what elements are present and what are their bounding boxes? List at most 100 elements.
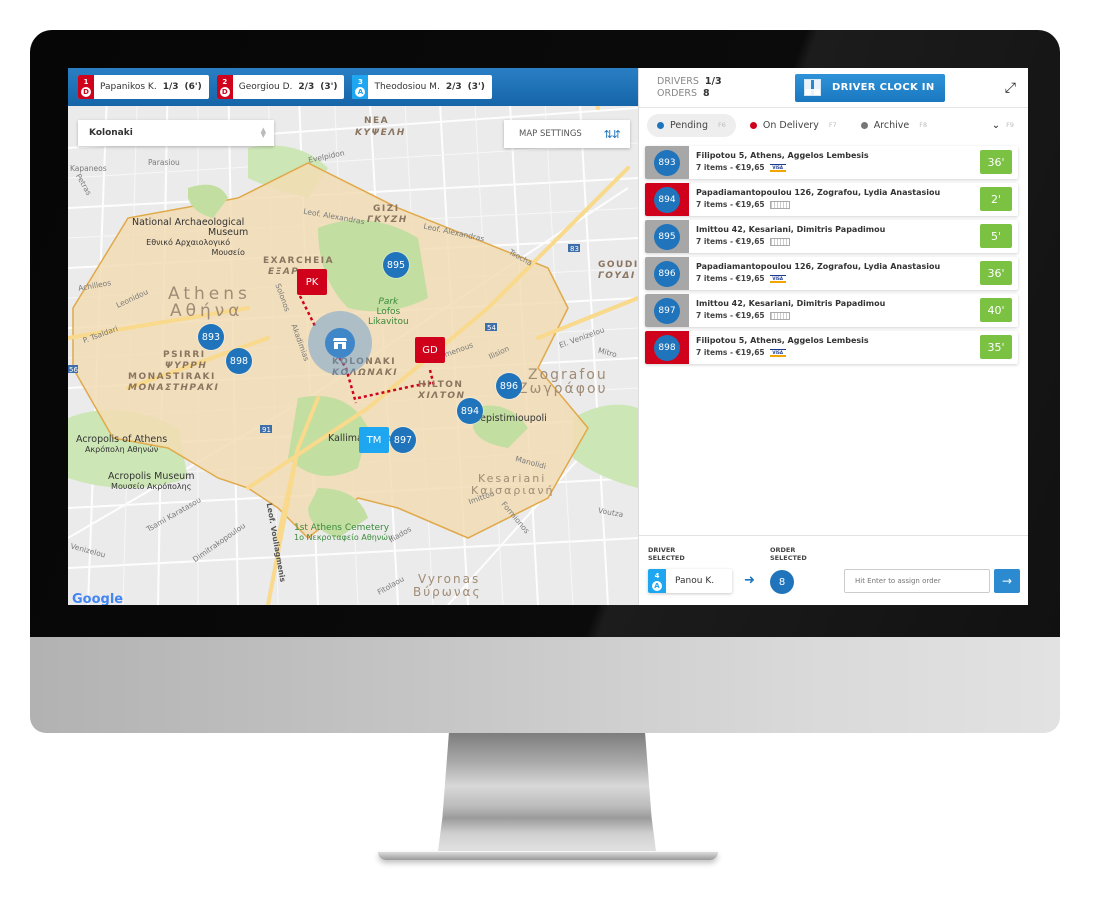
acropolis-line: Acropolis of Athens [76, 434, 168, 445]
order-meta: 7 items - €19,65 [696, 311, 980, 320]
tab-label: Pending [670, 119, 708, 131]
order-row[interactable]: 893 Filipotou 5, Athens, Aggelos Lembesis… [645, 146, 1018, 179]
store-icon[interactable] [325, 328, 355, 358]
active-drivers-bar: 1 D Papanikos K. 1/3 (6') 2 D Georgiou D… [68, 68, 638, 106]
assign-order-input[interactable] [844, 569, 990, 593]
museum-line-2: Museum [208, 227, 249, 238]
park-line-1: Park [378, 297, 399, 307]
drivers-value: 1/3 [704, 75, 722, 87]
order-meta: 7 items - €19,65 VISA [696, 348, 980, 357]
qr-code-icon [804, 79, 821, 96]
street-label: Kapaneos [70, 164, 107, 173]
tab-pending[interactable]: Pending F6 [647, 113, 736, 137]
cash-icon [769, 311, 790, 320]
clock-in-label: DRIVER CLOCK IN [832, 82, 935, 93]
map-label-nea-kypseli-gr: ΚΥΨΕΛΗ [355, 128, 406, 138]
order-address: Filipotou 5, Athens, Aggelos Lembesis [696, 151, 869, 160]
expand-icon[interactable]: ⤢ [1005, 80, 1016, 96]
driver-chip[interactable]: 2 D Georgiou D. 2/3 (3') [216, 75, 345, 99]
driver-chip[interactable]: 3 A Theodosiou M. 2/3 (3') [352, 75, 492, 99]
tab-shortcut: F6 [717, 121, 726, 129]
acropolis-gr-line: Ακρόπολη Αθηνών [84, 445, 159, 454]
map-order-pin[interactable]: 894 [457, 398, 483, 424]
driver-chip[interactable]: 1 D Papanikos K. 1/3 (6') [78, 75, 209, 99]
visa-card-icon: VISA [769, 163, 786, 172]
driver-clock-in-button[interactable]: DRIVER CLOCK IN [795, 73, 945, 102]
map-label-monastiraki-gr: ΜΟΝΑΣΤΗΡΑΚΙ [128, 383, 220, 393]
map-label-athens-gr: Αθήνα [170, 301, 244, 321]
route-sign: 83 [570, 245, 579, 253]
map-driver-pin[interactable]: GD [415, 337, 445, 363]
route-sign: 91 [262, 426, 271, 434]
map-order-pin[interactable]: 898 [226, 348, 252, 374]
order-summary: 7 items - €19,65 [696, 163, 765, 172]
map-order-pin[interactable]: 893 [198, 324, 224, 350]
map-view[interactable]: 83 54 91 56 NEA ΚΥΨΕΛΗ GIZI ΓΚΥΖΗ EXARCH… [68, 68, 638, 605]
map-order-pin[interactable]: 895 [383, 252, 409, 278]
map-driver-pin[interactable]: TM [359, 427, 389, 453]
driver-index: 3 [358, 77, 363, 86]
tab-label: Archive [873, 119, 910, 131]
order-eta-badge: 36' [980, 261, 1012, 285]
tab-archive[interactable]: Archive F8 [851, 114, 937, 137]
order-row[interactable]: 896 Papadiamantopoulou 126, Zografou, Lyd… [645, 257, 1018, 290]
order-meta: 7 items - €19,65 VISA [696, 163, 980, 172]
map-label-zografou-gr: Ζωγράφου [518, 381, 608, 397]
label-line: SELECTED [648, 554, 685, 562]
order-row[interactable]: 895 Imittou 42, Kesariani, Dimitris Papad… [645, 220, 1018, 253]
order-row[interactable]: 897 Imittou 42, Kesariani, Dimitris Papad… [645, 294, 1018, 327]
status-dot-icon [860, 121, 868, 129]
arrow-right-icon: → [1001, 574, 1013, 588]
order-eta-badge: 36' [980, 150, 1012, 174]
selected-driver-chip[interactable]: 4 A Panou K. [648, 569, 732, 593]
order-details: Filipotou 5, Athens, Aggelos Lembesis 7 i… [689, 331, 980, 364]
assign-submit-button[interactable]: → [994, 569, 1020, 593]
map-label-national-museum: National Archaeological Museum Εθνικό Αρ… [128, 218, 248, 258]
order-details: Papadiamantopoulou 126, Zografou, Lydia … [689, 257, 980, 290]
order-number-badge: 897 [654, 297, 680, 324]
order-status-strip: 893 [645, 146, 689, 179]
order-summary: 7 items - €19,65 [696, 237, 765, 246]
tab-shortcut: F8 [919, 121, 928, 129]
monitor-stand [438, 733, 656, 851]
driver-load: 2/3 [445, 82, 462, 92]
map-order-pin[interactable]: 896 [496, 373, 522, 399]
drivers-label: DRIVERS [657, 75, 699, 87]
map-settings-button[interactable]: MAP SETTINGS ⇅⇵ [504, 120, 630, 148]
museum-gr-line-2: Μουσείο [211, 248, 245, 257]
order-summary: 7 items - €19,65 [696, 274, 765, 283]
map-label-monastiraki: MONASTIRAKI [128, 372, 216, 382]
order-number-badge: 893 [654, 149, 680, 176]
order-eta-badge: 40' [980, 298, 1012, 322]
map-settings-label: MAP SETTINGS [519, 129, 582, 139]
order-number-badge: 896 [654, 260, 680, 287]
stats-summary: DRIVERS 1/3 ORDERS 8 [657, 76, 777, 100]
order-selected-label: ORDER SELECTED [770, 546, 807, 562]
tab-on-delivery[interactable]: On Delivery F7 [740, 114, 847, 137]
museum-gr-line-1: Εθνικό Αρχαιολογικό [146, 238, 231, 247]
park-line-2: Lofos [376, 307, 401, 317]
route-sign: 56 [69, 366, 78, 374]
driver-badge: 2 D [216, 75, 233, 99]
more-tabs-dropdown[interactable]: ⌄ F9 [992, 120, 1020, 131]
order-address: Imittou 42, Kesariani, Dimitris Papadimo… [696, 225, 886, 234]
status-dot-icon [657, 121, 664, 129]
visa-card-icon: VISA [769, 274, 786, 283]
orders-panel: DRIVERS 1/3 ORDERS 8 DRIVER CLOCK IN ⤢ Pen… [638, 68, 1028, 605]
order-status-strip: 895 [645, 220, 689, 253]
order-eta-badge: 5' [980, 224, 1012, 248]
cash-icon [769, 237, 790, 246]
map-label-goudi: GOUDI [598, 260, 638, 270]
map-driver-pin[interactable]: PK [297, 269, 327, 295]
label-line: DRIVER [648, 546, 676, 554]
cash-icon [769, 200, 790, 209]
order-status-strip: 898 [645, 331, 689, 364]
acro-museum-gr-line: Μουσείο Ακρόπολης [111, 482, 192, 491]
map-order-pin[interactable]: 897 [390, 427, 416, 453]
area-select[interactable]: Kolonaki ▲ ▼ [78, 120, 274, 146]
status-dot-icon [749, 121, 757, 129]
order-row[interactable]: 894 Papadiamantopoulou 126, Zografou, Lyd… [645, 183, 1018, 216]
order-row[interactable]: 898 Filipotou 5, Athens, Aggelos Lembesis… [645, 331, 1018, 364]
tab-shortcut: F7 [828, 121, 837, 129]
monitor-stand-base [378, 852, 718, 860]
